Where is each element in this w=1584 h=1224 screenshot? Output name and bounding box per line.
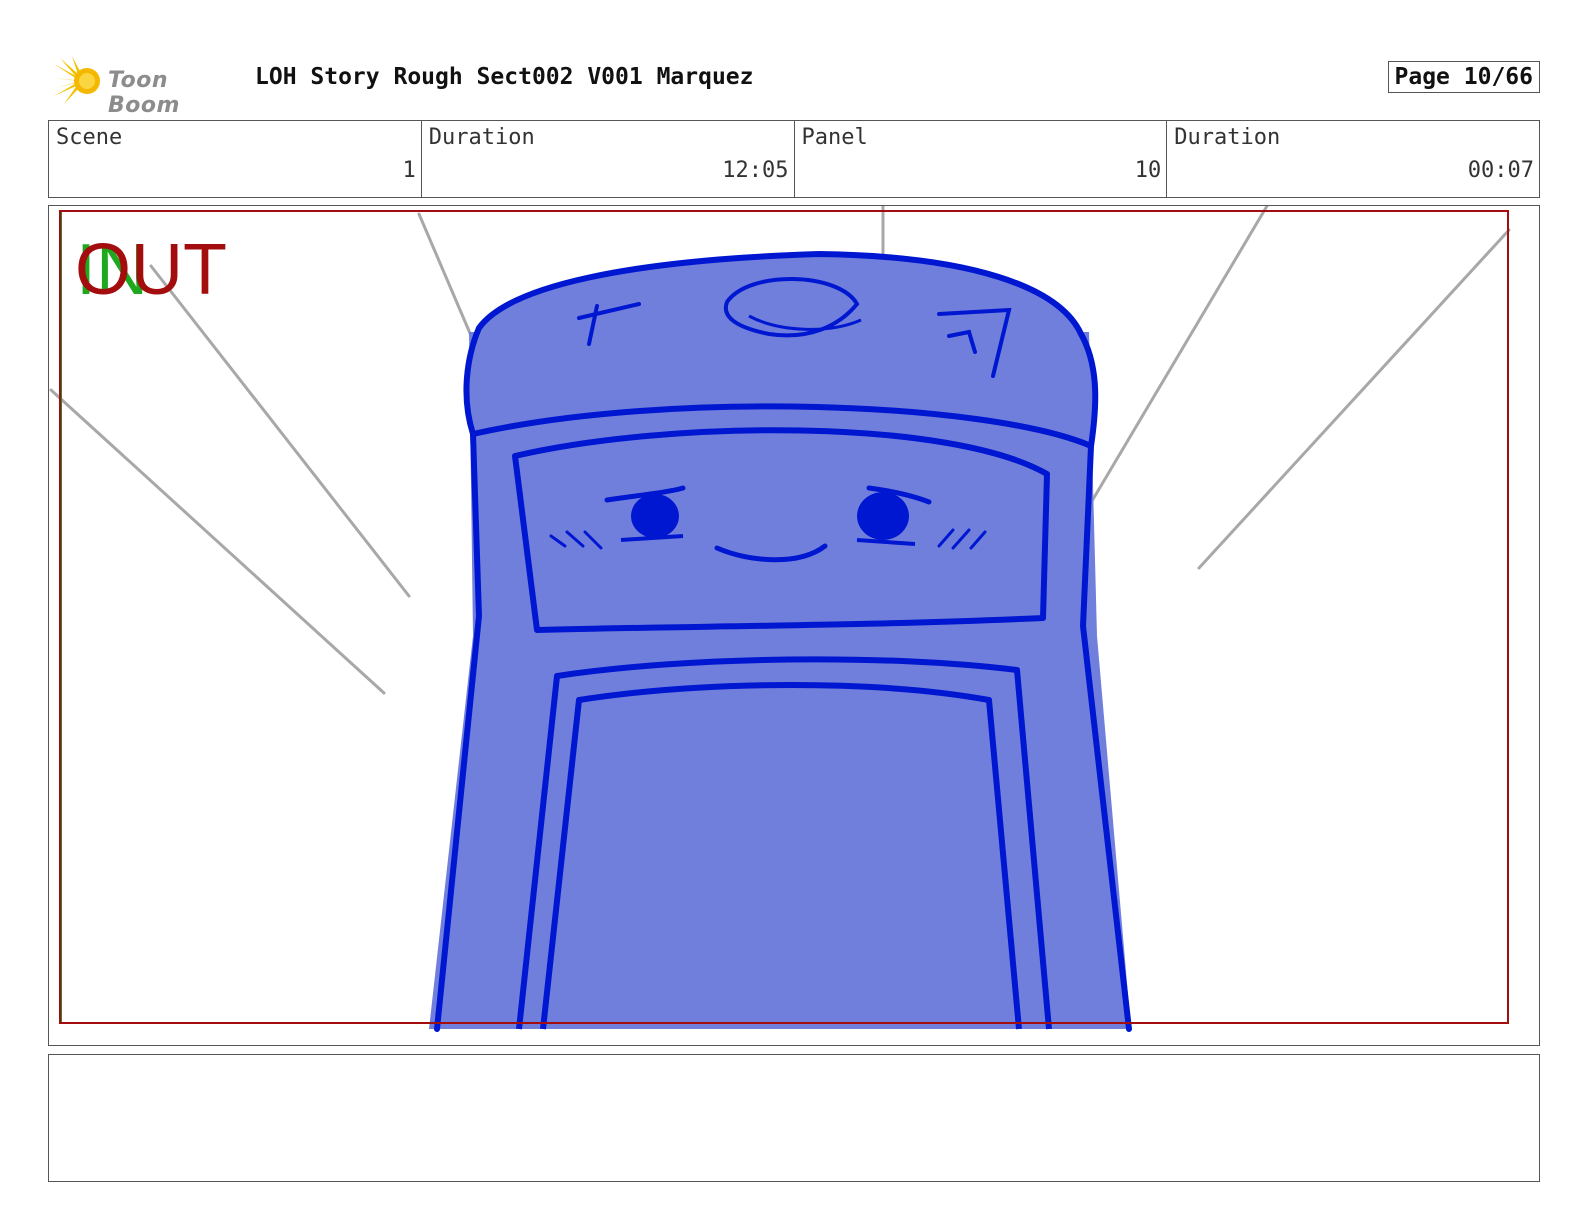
panel-label: Panel <box>801 125 868 150</box>
panel-duration-value: 00:07 <box>1467 158 1534 183</box>
scene-duration-label: Duration <box>428 125 535 150</box>
storyboard-panel: IN OUT <box>48 205 1540 1046</box>
out-marker: OUT <box>75 230 227 310</box>
logo-text: Toon Boom <box>108 68 180 118</box>
panel-duration-label: Duration <box>1174 125 1281 150</box>
panel-notes <box>48 1054 1540 1182</box>
starburst-icon <box>52 56 100 104</box>
page-number: Page 10/66 <box>1387 61 1540 93</box>
scene-value: 1 <box>402 158 416 183</box>
page-header: Toon Boom LOH Story Rough Sect002 V001 M… <box>48 52 1540 118</box>
panel-value: 10 <box>1134 158 1162 183</box>
panel-drawing <box>49 206 1511 1032</box>
scene-cell: Scene 1 <box>49 121 422 197</box>
toon-boom-logo: Toon Boom <box>52 56 242 118</box>
document-title: LOH Story Rough Sect002 V001 Marquez <box>255 64 754 90</box>
scene-info-table: Scene 1 Duration 12:05 Panel 10 Duration… <box>48 120 1540 198</box>
panel-cell: Panel 10 <box>795 121 1168 197</box>
character <box>429 251 1132 1032</box>
panel-duration-cell: Duration 00:07 <box>1167 121 1539 197</box>
scene-duration-cell: Duration 12:05 <box>422 121 795 197</box>
scene-duration-value: 12:05 <box>722 158 789 183</box>
scene-label: Scene <box>56 125 123 150</box>
